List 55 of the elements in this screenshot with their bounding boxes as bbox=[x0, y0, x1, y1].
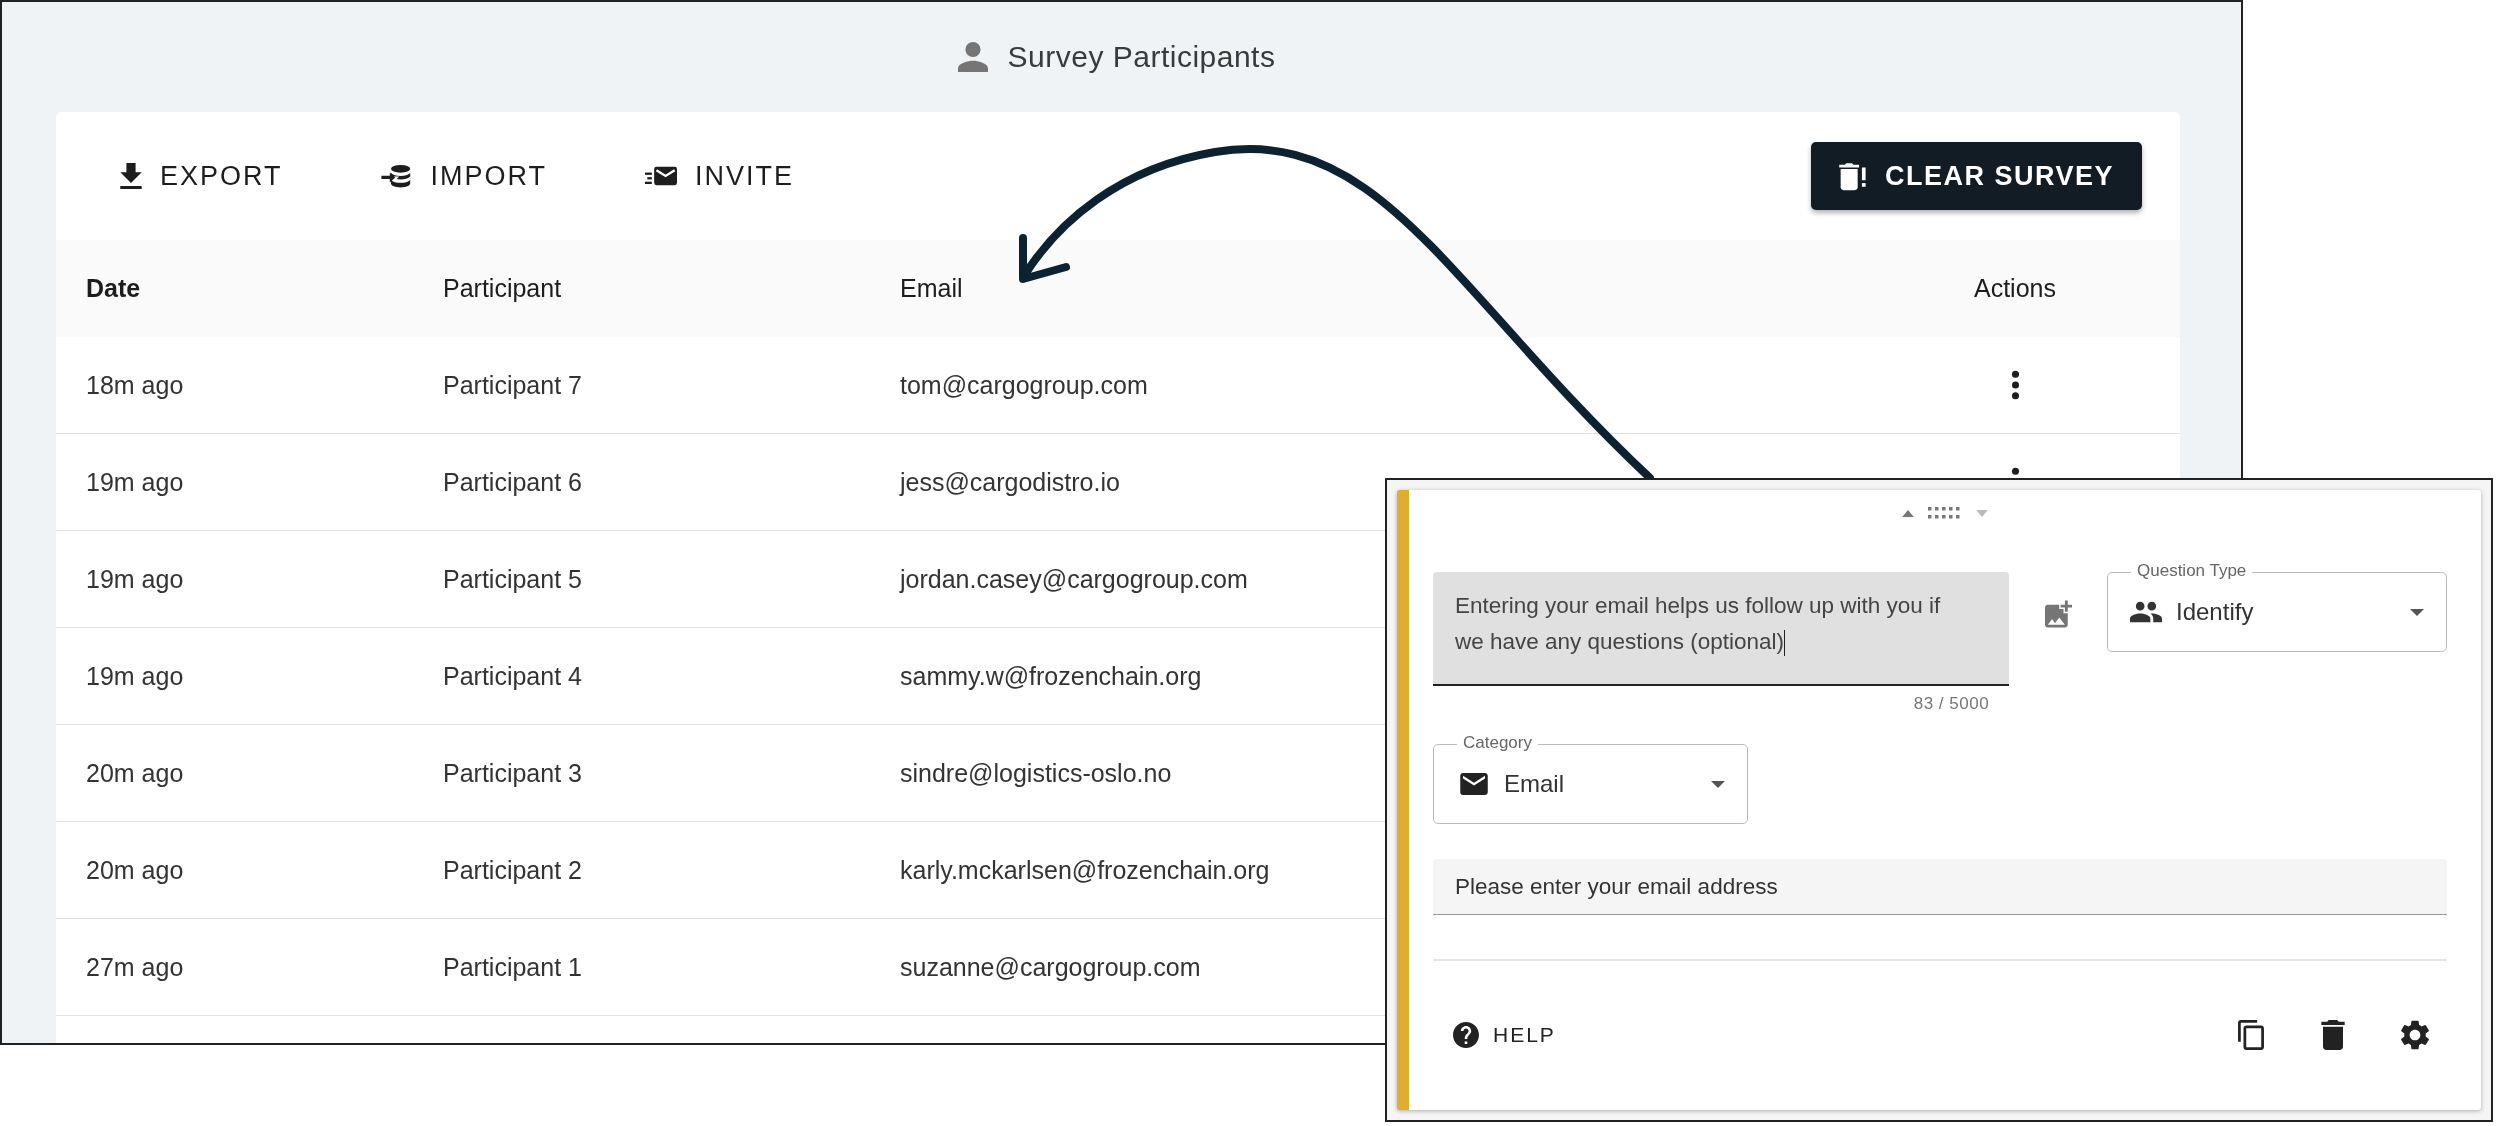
download-icon bbox=[120, 163, 142, 189]
column-header: Actions bbox=[1974, 274, 2056, 303]
clear-survey-button[interactable]: CLEAR SURVEY bbox=[1810, 142, 2142, 210]
table-cell: Participant 3 bbox=[443, 758, 582, 788]
help-button[interactable]: HELP bbox=[1453, 1016, 1556, 1055]
table-cell: 27m ago bbox=[86, 952, 184, 982]
database-icon bbox=[380, 164, 413, 188]
table-cell: jess@cargodistro.io bbox=[900, 467, 1120, 497]
more-options-icon[interactable] bbox=[2010, 370, 2020, 400]
invite-button[interactable]: INVITE bbox=[645, 150, 795, 202]
page-title: Survey Participants bbox=[1007, 40, 1276, 74]
table-cell: Participant 5 bbox=[443, 564, 582, 594]
table-cell: sammy.w@frozenchain.org bbox=[900, 661, 1202, 691]
copy-icon[interactable] bbox=[2237, 1020, 2265, 1051]
field-label: Category bbox=[1457, 733, 1538, 753]
field-label: Question Type bbox=[2131, 561, 2253, 581]
dropdown-caret-icon bbox=[2410, 608, 2424, 616]
column-header: Participant bbox=[443, 274, 563, 303]
table-cell: jordan.casey@cargogroup.com bbox=[900, 564, 1248, 594]
select-value: Identify bbox=[2176, 598, 2255, 626]
table-cell: Participant 4 bbox=[443, 661, 582, 691]
column-header: Email bbox=[900, 274, 964, 303]
table-cell: karly.mckarlsen@frozenchain.org bbox=[900, 855, 1270, 885]
select-value: Email bbox=[1504, 770, 1565, 798]
table-cell: sindre@logistics-oslo.no bbox=[900, 758, 1172, 788]
table-cell: Participant 2 bbox=[443, 855, 582, 885]
drag-handle-icon[interactable] bbox=[1928, 507, 1962, 519]
table-cell: tom@cargogroup.com bbox=[900, 370, 1148, 400]
table-cell: 19m ago bbox=[86, 661, 184, 691]
mail-icon bbox=[1458, 773, 1490, 795]
table-cell: Participant 1 bbox=[443, 952, 582, 982]
table-cell: 19m ago bbox=[86, 564, 184, 594]
dropdown-caret-icon bbox=[1711, 780, 1725, 788]
settings-icon[interactable] bbox=[2401, 1020, 2429, 1051]
table-cell: 18m ago bbox=[86, 370, 184, 400]
question-text: Entering your email helps us follow up with you if we have any questions (optional) bbox=[1455, 588, 1954, 660]
add-image-icon[interactable] bbox=[2045, 600, 2075, 628]
table-cell: 19m ago bbox=[86, 467, 184, 497]
question-field[interactable]: Entering your email helps us follow up with you if we have any questions (optional) bbox=[1433, 572, 2010, 686]
table-cell: Participant 6 bbox=[443, 467, 582, 497]
answer-field[interactable]: Please enter your email address bbox=[1433, 859, 2447, 915]
group-icon bbox=[2130, 601, 2162, 623]
export-button[interactable]: EXPORT bbox=[120, 150, 283, 202]
delete-icon[interactable] bbox=[2319, 1020, 2347, 1051]
import-button[interactable]: IMPORT bbox=[380, 150, 548, 202]
table-cell: 20m ago bbox=[86, 758, 184, 788]
character-counter: 83 / 5000 bbox=[1913, 694, 1990, 714]
move-up-icon[interactable] bbox=[1902, 509, 1914, 517]
person-icon bbox=[957, 42, 988, 72]
help-icon bbox=[1453, 1022, 1479, 1049]
table-cell: Participant 7 bbox=[443, 370, 582, 400]
table-cell: suzanne@cargogroup.com bbox=[900, 952, 1201, 982]
table-cell: 20m ago bbox=[86, 855, 184, 885]
column-header: Date bbox=[86, 274, 142, 303]
mail-icon bbox=[645, 164, 678, 188]
